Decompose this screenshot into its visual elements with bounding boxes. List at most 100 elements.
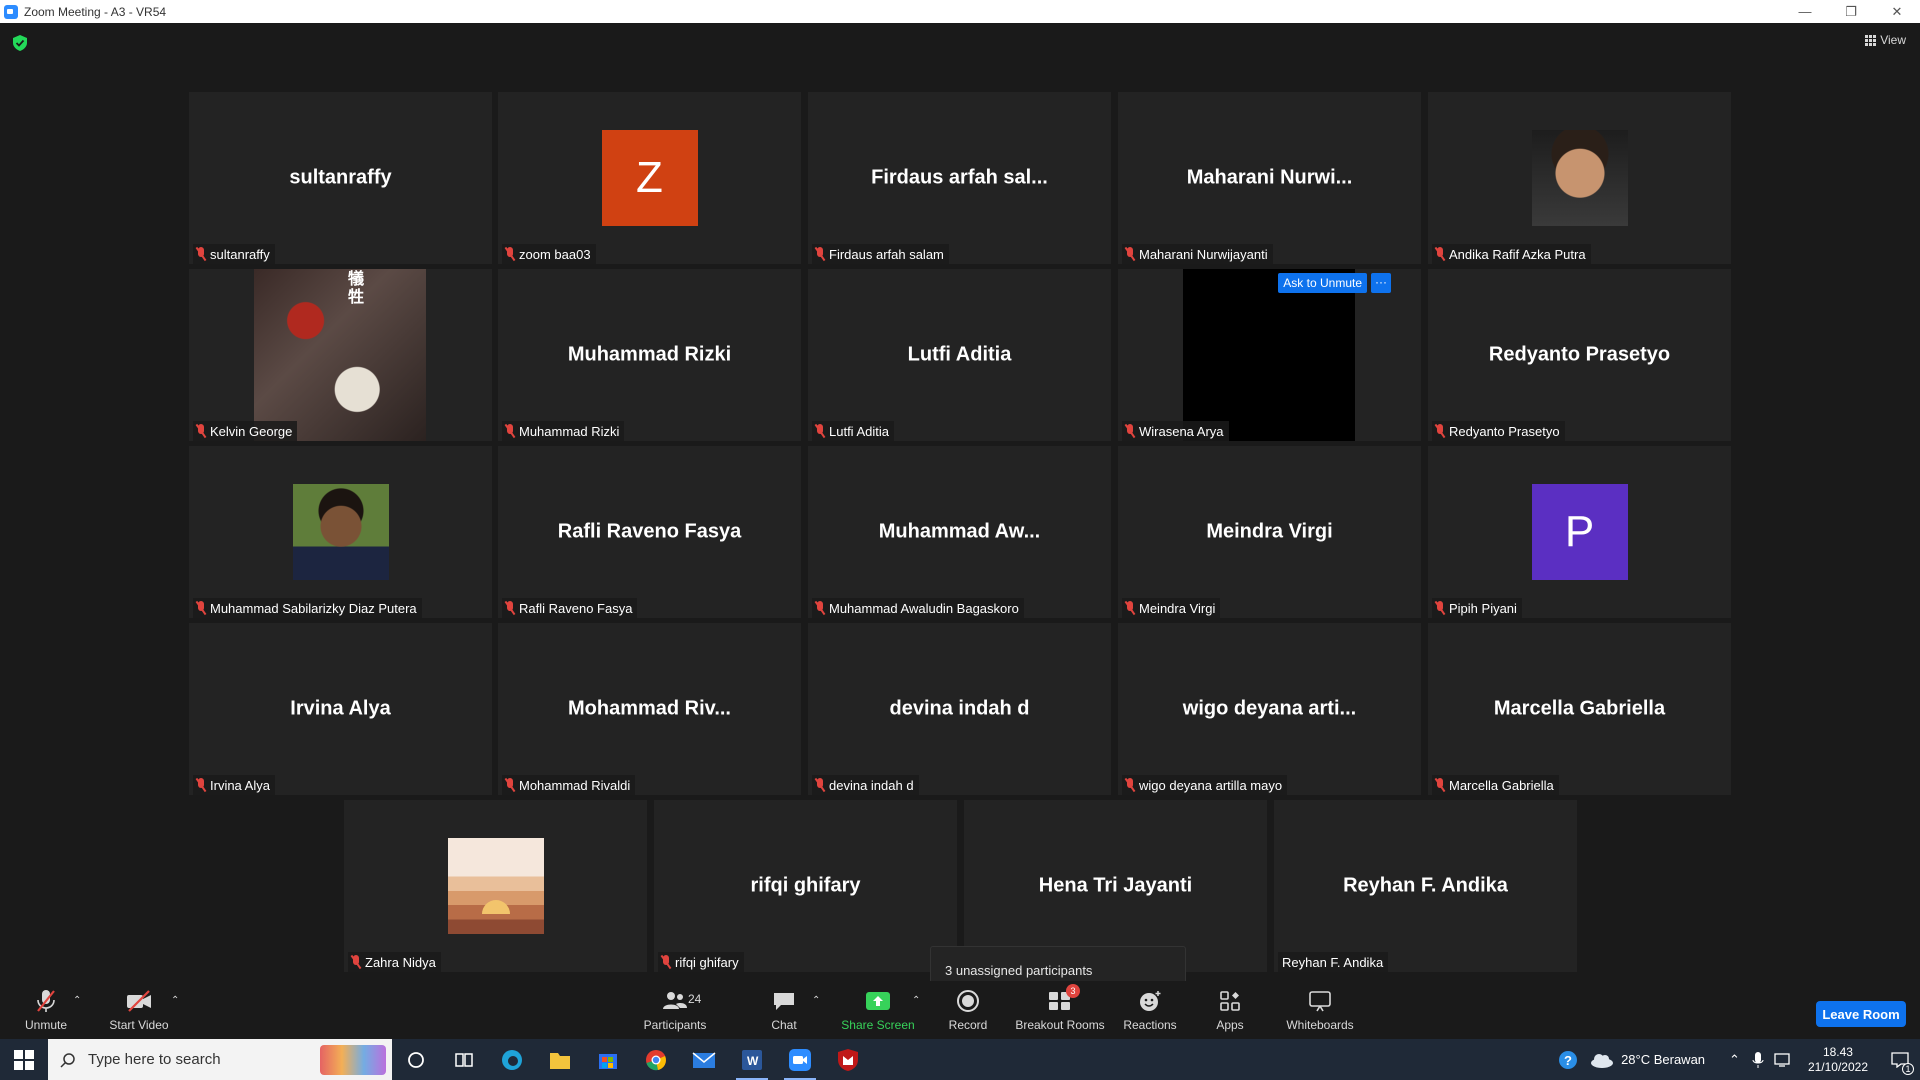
- participant-display-name: Rafli Raveno Fasya: [557, 520, 742, 543]
- apps-icon: [1220, 991, 1240, 1011]
- start-video-button[interactable]: Start Video: [104, 981, 174, 1039]
- participant-name-label: Lutfi Aditia: [812, 421, 894, 441]
- reactions-button[interactable]: Reactions: [1122, 981, 1178, 1039]
- video-gallery: View sultanraffy sultanraffy Z zoom baa0…: [0, 23, 1920, 994]
- participant-name: Reyhan F. Andika: [1282, 954, 1384, 970]
- microsoft-store-icon[interactable]: [584, 1039, 632, 1080]
- participant-tile[interactable]: Reyhan F. Andika Reyhan F. Andika: [1274, 800, 1577, 972]
- help-icon[interactable]: ?: [1557, 1049, 1579, 1071]
- mic-muted-icon: [504, 247, 516, 261]
- edge-browser-icon[interactable]: [488, 1039, 536, 1080]
- participant-tile[interactable]: Z zoom baa03: [498, 92, 801, 264]
- share-options-caret-icon[interactable]: ⌃: [912, 995, 920, 1006]
- participant-tile[interactable]: Zahra Nidya: [344, 800, 647, 972]
- participant-tile[interactable]: Meindra Virgi Meindra Virgi: [1118, 446, 1421, 618]
- profile-image: 犠牲: [254, 269, 426, 441]
- whiteboards-button[interactable]: Whiteboards: [1282, 981, 1358, 1039]
- more-options-button[interactable]: ···: [1371, 273, 1391, 293]
- participant-tile[interactable]: rifqi ghifary rifqi ghifary: [654, 800, 957, 972]
- grid-view-icon: [1865, 34, 1877, 46]
- notifications-button[interactable]: 1: [1880, 1039, 1920, 1080]
- mic-muted-icon: [350, 955, 362, 969]
- unmute-button[interactable]: Unmute: [18, 981, 74, 1039]
- share-screen-button[interactable]: Share Screen: [838, 981, 918, 1039]
- view-button[interactable]: View: [1865, 33, 1906, 47]
- participant-name-label: Meindra Virgi: [1122, 598, 1221, 618]
- mic-muted-icon: [814, 424, 826, 438]
- word-icon[interactable]: W: [728, 1039, 776, 1080]
- window-titlebar: Zoom Meeting - A3 - VR54 — ❐ ✕: [0, 0, 1920, 23]
- participant-tile[interactable]: Muhammad Aw... Muhammad Awaludin Bagasko…: [808, 446, 1111, 618]
- participant-tile[interactable]: devina indah d devina indah d: [808, 623, 1111, 795]
- participant-tile[interactable]: Muhammad Rizki Muhammad Rizki: [498, 269, 801, 441]
- apps-label: Apps: [1216, 1018, 1244, 1032]
- participant-tile[interactable]: Maharani Nurwi... Maharani Nurwijayanti: [1118, 92, 1421, 264]
- chat-options-caret-icon[interactable]: ⌃: [812, 995, 820, 1006]
- participant-display-name: devina indah d: [889, 697, 1030, 720]
- participant-tile[interactable]: Redyanto Prasetyo Redyanto Prasetyo: [1428, 269, 1731, 441]
- file-explorer-icon[interactable]: [536, 1039, 584, 1080]
- network-icon[interactable]: [1774, 1052, 1792, 1068]
- participant-tile[interactable]: Irvina Alya Irvina Alya: [189, 623, 492, 795]
- participant-name-label: Pipih Piyani: [1432, 598, 1522, 618]
- show-hidden-icons-chevron-icon[interactable]: ⌃: [1729, 1052, 1740, 1068]
- zoom-taskbar-icon[interactable]: [776, 1039, 824, 1080]
- cortana-icon[interactable]: [392, 1039, 440, 1080]
- participant-tile[interactable]: Ask to Unmute ··· Wirasena Arya: [1118, 269, 1421, 441]
- task-view-icon[interactable]: [440, 1039, 488, 1080]
- mail-icon[interactable]: [680, 1039, 728, 1080]
- mic-muted-icon: [1434, 247, 1446, 261]
- participant-display-name: sultanraffy: [289, 166, 392, 189]
- weather-cloudy-icon[interactable]: [1589, 1051, 1615, 1069]
- encryption-shield-icon[interactable]: [13, 35, 27, 51]
- close-button[interactable]: ✕: [1874, 0, 1920, 23]
- participant-tile[interactable]: 犠牲 Kelvin George: [189, 269, 492, 441]
- restore-button[interactable]: ❐: [1828, 0, 1874, 23]
- mic-muted-icon: [195, 778, 207, 792]
- share-screen-label: Share Screen: [841, 1018, 915, 1032]
- clock-date: 21/10/2022: [1807, 1059, 1868, 1074]
- participant-tile[interactable]: sultanraffy sultanraffy: [189, 92, 492, 264]
- record-button[interactable]: Record: [944, 981, 992, 1039]
- zoom-app-icon: [4, 4, 18, 19]
- video-feed: [1183, 269, 1355, 441]
- participant-tile[interactable]: P Pipih Piyani: [1428, 446, 1731, 618]
- participant-name: Firdaus arfah salam: [829, 246, 944, 262]
- mcafee-icon[interactable]: [824, 1039, 872, 1080]
- participant-tile[interactable]: Muhammad Sabilarizky Diaz Putera: [189, 446, 492, 618]
- participant-name-label: Zahra Nidya: [348, 952, 441, 972]
- participant-tile[interactable]: Mohammad Riv... Mohammad Rivaldi: [498, 623, 801, 795]
- start-video-label: Start Video: [109, 1018, 169, 1032]
- audio-options-caret-icon[interactable]: ⌃: [73, 995, 81, 1006]
- participant-tile[interactable]: Lutfi Aditia Lutfi Aditia: [808, 269, 1111, 441]
- participant-name-label: Redyanto Prasetyo: [1432, 421, 1565, 441]
- participant-display-name: Meindra Virgi: [1206, 520, 1333, 543]
- taskbar-search-box[interactable]: Type here to search: [48, 1039, 392, 1080]
- chrome-icon[interactable]: [632, 1039, 680, 1080]
- participant-name-label: zoom baa03: [502, 244, 596, 264]
- notification-count: 1: [1902, 1063, 1914, 1075]
- apps-button[interactable]: Apps: [1206, 981, 1254, 1039]
- clock[interactable]: 18.43 21/10/2022: [1808, 1045, 1868, 1075]
- participant-tile[interactable]: Andika Rafif Azka Putra: [1428, 92, 1731, 264]
- participant-tile[interactable]: wigo deyana arti... wigo deyana artilla …: [1118, 623, 1421, 795]
- participant-name-label: rifqi ghifary: [658, 952, 744, 972]
- participants-icon: [663, 992, 687, 1009]
- video-options-caret-icon[interactable]: ⌃: [171, 995, 179, 1006]
- participant-tile[interactable]: Marcella Gabriella Marcella Gabriella: [1428, 623, 1731, 795]
- svg-text:?: ?: [1564, 1053, 1572, 1068]
- participants-button[interactable]: 24 Participants: [640, 981, 710, 1039]
- leave-room-button[interactable]: Leave Room: [1816, 1001, 1906, 1027]
- ask-to-unmute-button[interactable]: Ask to Unmute: [1278, 273, 1367, 293]
- breakout-rooms-button[interactable]: 3 Breakout Rooms: [1014, 981, 1106, 1039]
- participant-tile[interactable]: Firdaus arfah sal... Firdaus arfah salam: [808, 92, 1111, 264]
- windows-start-icon[interactable]: [0, 1039, 48, 1080]
- participant-name: Kelvin George: [210, 423, 293, 439]
- chat-button[interactable]: Chat: [764, 981, 804, 1039]
- participant-tile[interactable]: Rafli Raveno Fasya Rafli Raveno Fasya: [498, 446, 801, 618]
- mic-muted-icon: [195, 601, 207, 615]
- weather-text[interactable]: 28°C Berawan: [1621, 1052, 1705, 1067]
- microphone-in-use-icon[interactable]: [1752, 1051, 1764, 1069]
- minimize-button[interactable]: —: [1782, 0, 1828, 23]
- tooltip-text: 3 unassigned participants: [945, 962, 1093, 978]
